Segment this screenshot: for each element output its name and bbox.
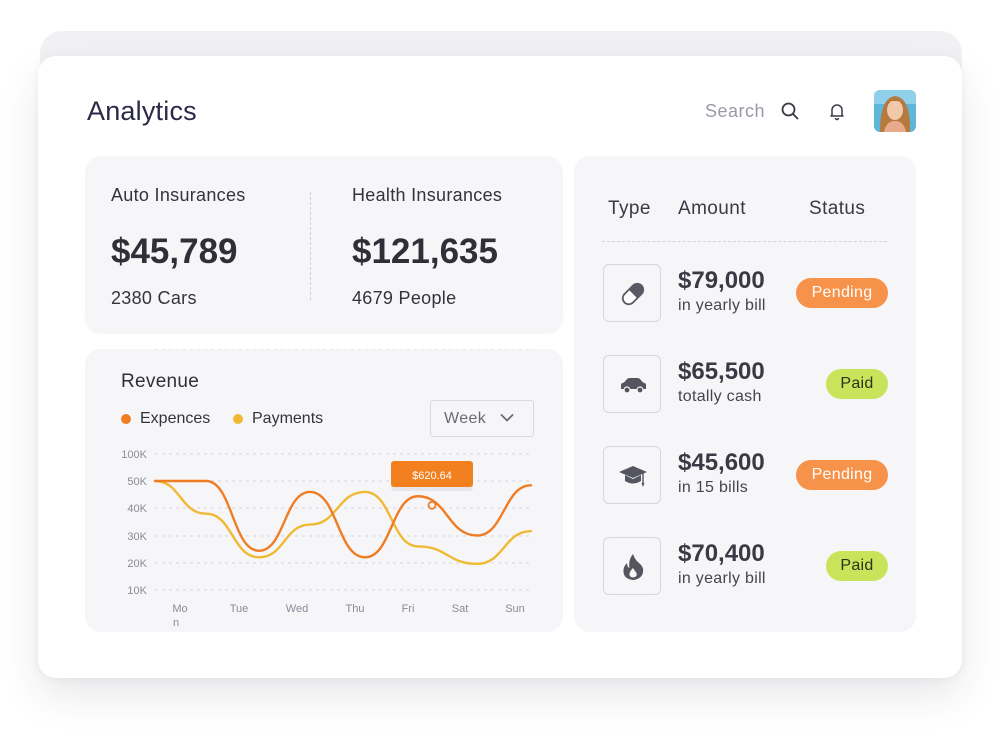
insurance-summary-card: Auto Insurances $45,789 2380 Cars Health… [85, 156, 563, 334]
column-header-status: Status [809, 198, 866, 219]
transaction-row[interactable]: $70,400 in yearly bill Paid [574, 537, 916, 595]
status-badge: Pending [796, 460, 888, 490]
y-tick-label: 40K [127, 503, 147, 515]
status-badge: Paid [826, 551, 888, 581]
auto-insurance-count: 2380 Cars [111, 288, 197, 308]
pill-icon [621, 282, 645, 306]
transaction-row[interactable]: $45,600 in 15 bills Pending [574, 446, 916, 504]
x-tick-label: Fri [402, 603, 415, 615]
series-line-payments [153, 479, 533, 566]
divider [310, 192, 311, 300]
x-tick-label: Sun [505, 603, 525, 615]
page-title: Analytics [87, 96, 197, 126]
transactions-card: Type Amount Status $79,000 in yearly bil… [574, 156, 916, 632]
transaction-type-tile [603, 264, 661, 322]
transaction-note: totally cash [678, 388, 762, 405]
x-tick-label: Tue [230, 603, 249, 615]
status-badge: Paid [826, 369, 888, 399]
revenue-chart: 100K 50K 40K 30K 20K 10K 0 Mon Tue Wed Thu Fri Sat Su… [121, 349, 533, 629]
column-header-amount: Amount [678, 198, 746, 219]
x-tick-label: Sat [452, 603, 469, 615]
transaction-note: in 15 bills [678, 479, 749, 496]
search-icon[interactable] [780, 101, 800, 121]
transaction-row[interactable]: $65,500 totally cash Paid [574, 355, 916, 413]
x-tick-label: Wed [286, 603, 308, 615]
transaction-type-tile [603, 446, 661, 504]
transaction-row[interactable]: $79,000 in yearly bill Pending [574, 264, 916, 322]
tooltip-label: $620.64 [412, 470, 452, 482]
car-icon [621, 378, 646, 394]
transaction-amount: $65,500 [678, 358, 765, 385]
revenue-card: Revenue Expences Payments Week 100K 50K 40… [85, 349, 563, 632]
health-insurance-label: Health Insurances [352, 185, 503, 205]
transaction-amount: $70,400 [678, 540, 765, 567]
transaction-note: in yearly bill [678, 570, 766, 587]
tooltip-point[interactable] [427, 500, 437, 510]
series-line-expences [153, 479, 533, 559]
y-tick-label: 30K [127, 531, 147, 543]
y-tick-label: 50K [127, 476, 147, 488]
y-tick-label: 100K [121, 449, 147, 461]
analytics-window: Analytics Search Auto Insurances $45,789… [38, 56, 962, 678]
y-tick-label: 0 [141, 349, 147, 352]
transaction-amount: $79,000 [678, 267, 765, 294]
graduation-cap-icon [619, 466, 647, 487]
fire-icon [623, 554, 644, 580]
auto-insurance-amount: $45,789 [111, 232, 238, 271]
chart-tooltip: $620.64 [391, 461, 473, 491]
y-tick-label: 20K [127, 558, 147, 570]
status-badge: Pending [796, 278, 888, 308]
column-header-type: Type [608, 198, 651, 219]
bell-icon[interactable] [827, 101, 847, 121]
transaction-type-tile [603, 537, 661, 595]
header-divider [602, 241, 887, 242]
health-insurance-count: 4679 People [352, 288, 457, 308]
transaction-note: in yearly bill [678, 297, 766, 314]
avatar[interactable] [874, 90, 916, 132]
x-tick-label: Thu [346, 603, 365, 615]
health-insurance-amount: $121,635 [352, 232, 498, 271]
auto-insurance-label: Auto Insurances [111, 185, 246, 205]
transaction-type-tile [603, 355, 661, 413]
y-tick-label: 10K [127, 585, 147, 597]
x-tick-label: Mo n [172, 603, 187, 629]
transaction-amount: $45,600 [678, 449, 765, 476]
search-label[interactable]: Search [705, 101, 765, 122]
